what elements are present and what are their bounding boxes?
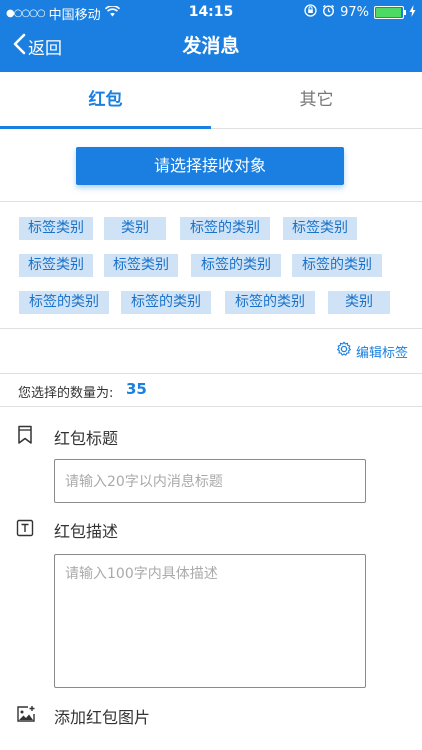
text-icon (16, 519, 36, 539)
status-bar: ●○○○○ 中国移动 14:15 97% (0, 0, 422, 24)
status-right: 97% (304, 4, 416, 21)
tag-item[interactable]: 标签的类别 (180, 217, 270, 240)
tag-item[interactable]: 标签类别 (19, 217, 93, 240)
page-title: 发消息 (182, 35, 240, 57)
gear-icon (336, 341, 352, 361)
tag-item[interactable]: 标签类别 (19, 254, 93, 277)
add-image-label[interactable]: 添加红包图片 (54, 704, 150, 728)
tag-item[interactable]: 标签的类别 (121, 291, 211, 314)
tab-other[interactable]: 其它 (211, 72, 422, 128)
description-field-label: 红包描述 (54, 522, 119, 541)
edit-tags-label: 编辑标签 (355, 345, 408, 361)
title-input[interactable]: 请输入20字以内消息标题 (54, 459, 366, 503)
orientation-lock-icon (304, 4, 317, 21)
tag-item[interactable]: 类别 (104, 217, 166, 240)
tag-item[interactable]: 标签类别 (283, 217, 357, 240)
alarm-icon (322, 4, 335, 21)
edit-tags-button[interactable]: 编辑标签 (336, 341, 408, 361)
selection-count-value: 35 (126, 380, 147, 398)
tag-item[interactable]: 标签的类别 (191, 254, 281, 277)
description-input[interactable]: 请输入100字内具体描述 (54, 554, 366, 688)
tab-bar: 红包 其它 (0, 72, 422, 129)
bookmark-icon (16, 425, 36, 445)
tab-red-packet[interactable]: 红包 (0, 72, 211, 128)
title-field-label: 红包标题 (54, 429, 119, 448)
selection-count-label: 您选择的数量为: (18, 386, 114, 401)
tag-item[interactable]: 标签的类别 (225, 291, 315, 314)
image-icon (16, 705, 36, 725)
select-recipients-button[interactable]: 请选择接收对象 (76, 147, 344, 185)
message-form: 红包标题 请输入20字以内消息标题 红包描述 请输入100字内具体描述 添加红包… (0, 407, 422, 750)
battery-fill (376, 8, 402, 17)
battery-icon (374, 6, 406, 19)
tag-item[interactable]: 标签类别 (104, 254, 178, 277)
selection-count-row: 您选择的数量为: 35 (0, 374, 422, 407)
tag-item[interactable]: 类别 (328, 291, 390, 314)
battery-percent: 97% (340, 5, 369, 20)
select-recipients-section: 请选择接收对象 (0, 129, 422, 202)
tag-item[interactable]: 标签的类别 (292, 254, 382, 277)
edit-tags-row: 编辑标签 (0, 329, 422, 374)
charging-icon (409, 4, 416, 21)
tag-item[interactable]: 标签的类别 (19, 291, 109, 314)
nav-bar: 返回 发消息 (0, 24, 422, 72)
top-bar: ●○○○○ 中国移动 14:15 97% 返回 发消息 (0, 0, 422, 72)
tags-section: 标签类别 类别 标签的类别 标签类别 标签类别 标签类别 标签的类别 标签的类别… (0, 202, 422, 329)
